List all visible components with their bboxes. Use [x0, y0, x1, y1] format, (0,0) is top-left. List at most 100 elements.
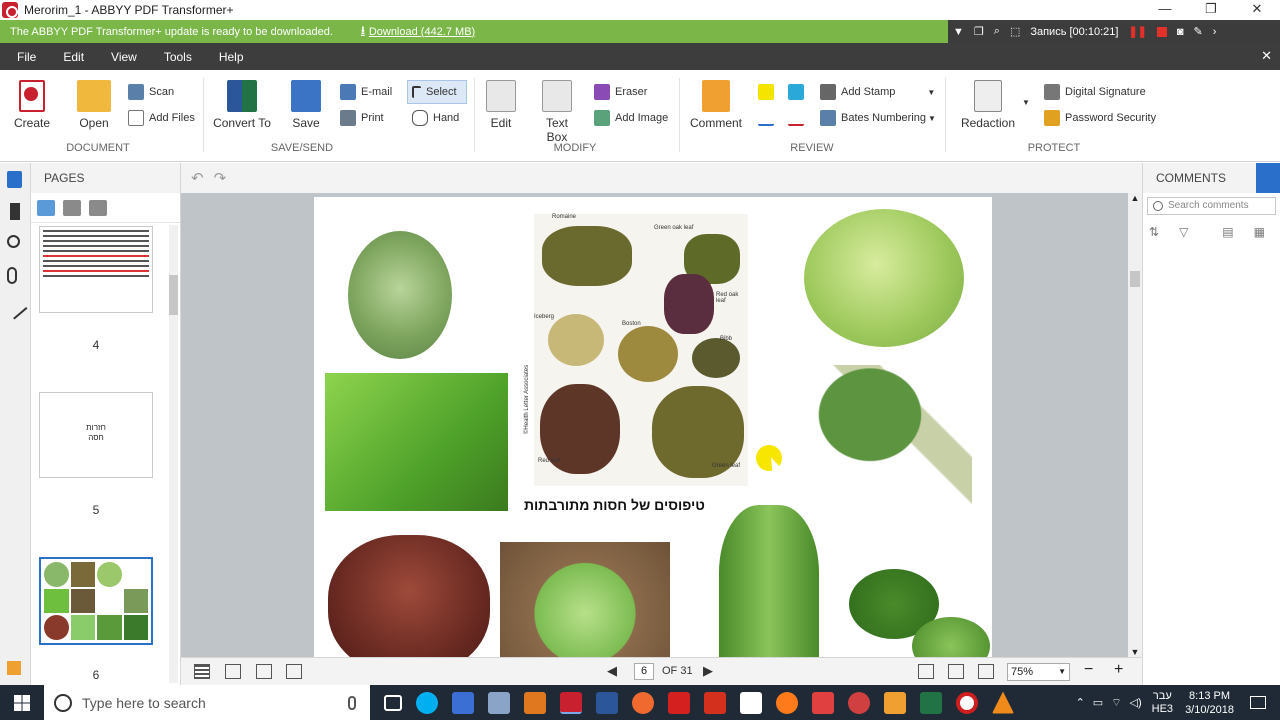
email-button[interactable]: E-mail [340, 84, 392, 100]
pages-panel-icon[interactable] [7, 171, 22, 188]
actual-size-icon[interactable] [918, 664, 934, 679]
scrollbar-thumb[interactable] [1130, 271, 1140, 287]
next-page-icon[interactable]: ▶ [703, 663, 713, 679]
chevron-down-icon[interactable]: ▼ [1058, 664, 1066, 680]
microphone-icon[interactable] [348, 695, 356, 710]
page-options-icon[interactable] [37, 199, 55, 216]
network-icon[interactable]: ▭ [1093, 696, 1103, 709]
camera-icon[interactable]: ◙ [1177, 26, 1184, 38]
task-view-icon[interactable] [384, 694, 402, 711]
zoom-icon[interactable]: ⌕ [994, 25, 1000, 38]
pages-scrollbar[interactable] [169, 225, 178, 683]
two-page-view-icon[interactable] [256, 664, 272, 679]
text-color-button[interactable] [788, 84, 809, 100]
download-link[interactable]: ⭳ Download (442.7 MB) [361, 22, 475, 41]
language-indicator[interactable]: עבר HE3 [1152, 690, 1173, 716]
word-icon[interactable] [596, 691, 618, 714]
attachment-icon[interactable] [7, 267, 17, 284]
menu-tools[interactable]: Tools [164, 50, 192, 64]
app-icon[interactable] [848, 691, 870, 714]
undo-icon[interactable]: ↶ [191, 169, 204, 187]
redo-icon[interactable]: ↷ [214, 169, 227, 187]
pen-icon[interactable]: ✎ [1194, 25, 1203, 38]
menu-help[interactable]: Help [219, 50, 244, 64]
text-box-button[interactable]: Text Box [534, 80, 580, 144]
chevron-down-icon[interactable]: ▼ [1022, 98, 1030, 107]
document-viewer[interactable]: ↶ ↷ Romaine Green oak leaf Red oak leaf … [181, 163, 1142, 657]
rotate-right-icon[interactable] [89, 199, 107, 216]
fit-page-icon[interactable] [978, 664, 994, 679]
edit-button[interactable]: Edit [482, 80, 520, 130]
minimize-button[interactable]: — [1142, 0, 1188, 20]
window-icon[interactable]: ❐ [974, 25, 984, 38]
pause-icon[interactable]: ❚❚ [1128, 25, 1146, 38]
hand-tool-button[interactable]: Hand [412, 110, 459, 126]
firefox-icon[interactable] [776, 691, 798, 714]
media-icon[interactable] [884, 691, 906, 714]
open-button[interactable]: Open [72, 80, 116, 130]
strikethrough-button[interactable] [788, 110, 809, 126]
zoom-in-icon[interactable]: + [1114, 661, 1123, 679]
sort-icon[interactable]: ⇅ [1149, 225, 1159, 239]
highlight-button[interactable] [758, 84, 779, 100]
acrobat-icon[interactable] [668, 691, 690, 714]
tray-chevron-icon[interactable]: ⌃ [1076, 696, 1085, 709]
zoom-out-icon[interactable]: − [1084, 661, 1093, 679]
start-button[interactable] [0, 685, 44, 720]
convert-to-button[interactable]: Convert To [210, 80, 274, 130]
close-button[interactable]: ✕ [1234, 0, 1280, 20]
menu-file[interactable]: File [17, 50, 36, 64]
password-security-button[interactable]: Password Security [1044, 110, 1156, 126]
scrollbar-thumb[interactable] [169, 275, 178, 315]
search-comments-input[interactable]: Search comments [1147, 197, 1276, 215]
current-page-input[interactable]: 6 [634, 663, 654, 680]
save-app-icon[interactable] [452, 691, 474, 714]
add-files-button[interactable]: Add Files [128, 110, 195, 126]
vlc-icon[interactable] [992, 691, 1014, 714]
excel-icon[interactable] [920, 691, 942, 714]
eraser-button[interactable]: Eraser [594, 84, 647, 100]
scan-button[interactable]: Scan [128, 84, 174, 100]
underline-button[interactable] [758, 110, 779, 126]
chevron-down-icon[interactable]: ▼ [927, 88, 935, 97]
page-thumbnail-5[interactable]: חזרות חסה [39, 392, 153, 478]
region-icon[interactable]: ⬚ [1010, 25, 1020, 38]
previous-page-icon[interactable]: ◀ [607, 663, 617, 679]
notifications-icon[interactable] [1250, 696, 1266, 709]
create-button[interactable]: Create [8, 80, 56, 130]
scroll-up-icon[interactable]: ▲ [1128, 193, 1142, 203]
comments-toggle-icon[interactable] [1256, 163, 1280, 193]
add-stamp-button[interactable]: Add Stamp ▼ [820, 84, 935, 100]
page-thumbnail-6-selected[interactable] [39, 557, 153, 645]
bates-numbering-button[interactable]: Bates Numbering ▼ [820, 110, 936, 126]
chrome-like-icon[interactable] [632, 691, 654, 714]
filter-icon[interactable]: ▽ [1179, 225, 1188, 239]
expand-icon[interactable]: ▦ [1254, 225, 1265, 239]
wifi-icon[interactable]: ⌔ [1111, 696, 1121, 710]
two-page-continuous-view-icon[interactable] [286, 664, 302, 679]
select-tool-button[interactable]: Select [407, 80, 467, 104]
mail-icon[interactable] [740, 691, 762, 714]
warning-icon[interactable] [7, 661, 21, 675]
menu-edit[interactable]: Edit [63, 50, 84, 64]
stop-icon[interactable] [1156, 26, 1167, 37]
signature-pen-icon[interactable] [3, 295, 28, 320]
print-button[interactable]: Print [340, 110, 384, 126]
single-page-view-icon[interactable] [194, 664, 210, 679]
page-thumbnail-4[interactable] [39, 226, 153, 313]
scroll-down-icon[interactable]: ▼ [1128, 647, 1142, 657]
readiris-icon[interactable] [488, 691, 510, 714]
redaction-button[interactable]: Redaction [957, 80, 1019, 130]
abbyy-taskbar-icon[interactable] [560, 691, 582, 714]
fit-width-icon[interactable] [948, 664, 964, 679]
taskbar-search-box[interactable]: Type here to search [44, 685, 370, 720]
rotate-left-icon[interactable] [63, 199, 81, 216]
save-button[interactable]: Save [287, 80, 325, 130]
clock[interactable]: 8:13 PM 3/10/2018 [1185, 689, 1234, 717]
hammer-icon[interactable] [704, 691, 726, 714]
foxit-icon[interactable] [524, 691, 546, 714]
record-icon[interactable] [956, 691, 978, 714]
reader-icon[interactable] [812, 691, 834, 714]
document-scrollbar[interactable]: ▲ ▼ [1128, 193, 1142, 657]
bookmark-icon[interactable] [10, 203, 20, 220]
